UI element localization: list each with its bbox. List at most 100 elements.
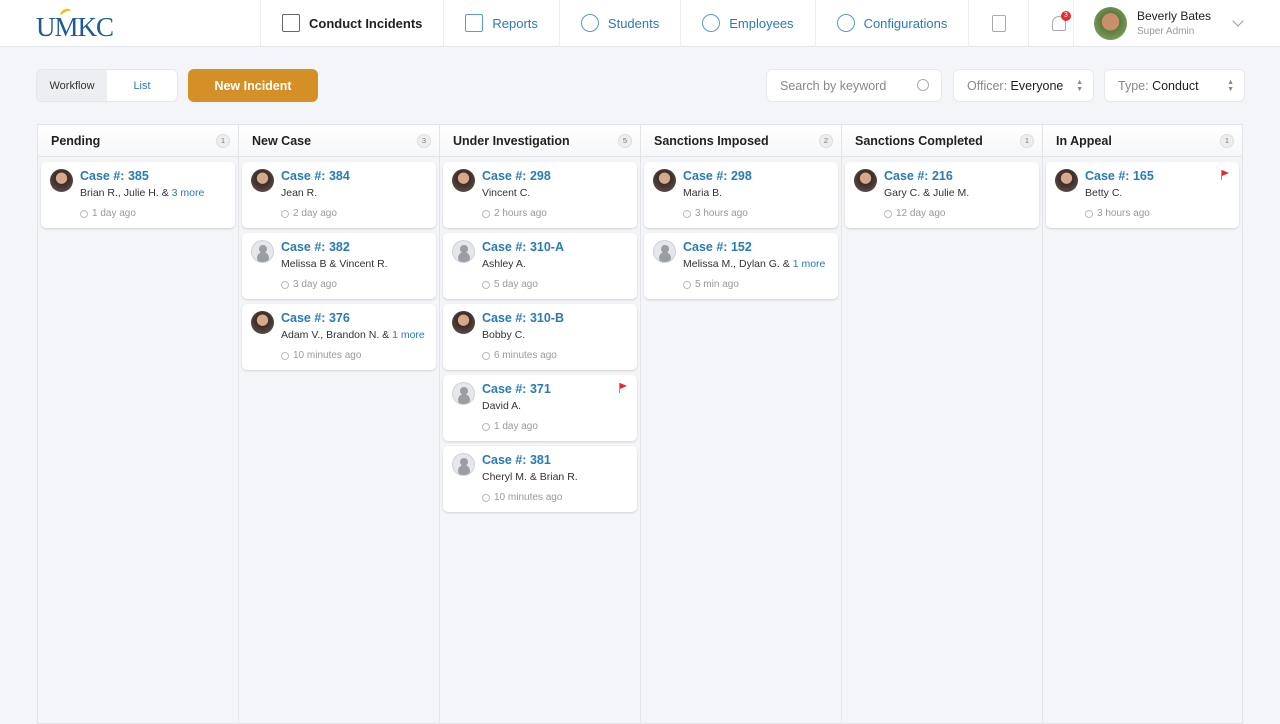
- avatar: [251, 169, 274, 192]
- search-input[interactable]: Search by keyword: [766, 69, 942, 102]
- case-number[interactable]: Case #: 310-A: [482, 240, 637, 254]
- case-people: Maria B.: [683, 187, 838, 199]
- people-names: Maria B.: [683, 187, 723, 199]
- user-role: Super Admin: [1137, 26, 1195, 37]
- avatar: [1094, 6, 1127, 40]
- case-number[interactable]: Case #: 310-B: [482, 311, 637, 325]
- clock-icon: [482, 351, 490, 360]
- column-header: Sanctions Imposed 2: [641, 125, 841, 157]
- sort-arrows-icon: ▲ ▼: [1076, 79, 1083, 93]
- workflow-tab[interactable]: Workflow: [37, 70, 107, 101]
- case-card[interactable]: Case #: 384 Jean R. 2 day ago: [242, 162, 436, 228]
- column-title: Pending: [51, 133, 101, 148]
- avatar: [854, 169, 877, 192]
- nav-configurations[interactable]: Configurations: [814, 0, 969, 46]
- case-card[interactable]: Case #: 381 Cheryl M. & Brian R. 10 minu…: [443, 446, 637, 512]
- flag-icon[interactable]: [1221, 170, 1229, 180]
- case-card[interactable]: Case #: 310-B Bobby C. 6 minutes ago: [443, 304, 637, 370]
- case-time: 3 day ago: [281, 279, 436, 290]
- clock-icon: [683, 209, 691, 218]
- nav-reports[interactable]: Reports: [443, 0, 559, 46]
- more-people-link[interactable]: 1 more: [793, 258, 826, 270]
- case-number[interactable]: Case #: 298: [482, 169, 637, 183]
- flag-icon[interactable]: [619, 383, 627, 393]
- case-number[interactable]: Case #: 376: [281, 311, 436, 325]
- column-header: Under Investigation 5: [440, 125, 640, 157]
- clipboard-button[interactable]: [968, 0, 1028, 46]
- case-number[interactable]: Case #: 381: [482, 453, 637, 467]
- employee-icon: [702, 14, 721, 32]
- clock-icon: [482, 209, 490, 218]
- case-time: 5 day ago: [482, 279, 637, 290]
- case-people: Ashley A.: [482, 258, 637, 270]
- officer-value: Everyone: [1010, 78, 1064, 93]
- nav-conduct-incidents[interactable]: Conduct Incidents: [260, 0, 443, 46]
- clock-icon: [482, 493, 490, 502]
- case-time: 1 day ago: [482, 421, 637, 432]
- case-number[interactable]: Case #: 371: [482, 382, 637, 396]
- more-people-link[interactable]: 1 more: [392, 329, 425, 341]
- case-number[interactable]: Case #: 298: [683, 169, 838, 183]
- case-card[interactable]: Case #: 165 Betty C. 3 hours ago: [1046, 162, 1239, 228]
- more-people-link[interactable]: 3 more: [172, 187, 205, 199]
- new-incident-button[interactable]: New Incident: [188, 69, 318, 102]
- case-people: Adam V., Brandon N. & 1 more: [281, 329, 436, 341]
- people-names: David A.: [482, 400, 522, 412]
- avatar: [251, 311, 274, 334]
- notification-badge: 3: [1060, 10, 1071, 21]
- clock-icon: [281, 209, 289, 218]
- umkc-logo[interactable]: UMKC: [36, 12, 114, 43]
- gear-icon: [836, 14, 855, 32]
- column-sanctions-completed: Sanctions Completed 1 Case #: 216 Gary C.…: [841, 124, 1042, 724]
- officer-select[interactable]: Officer: Everyone ▲ ▼: [953, 69, 1094, 102]
- case-people: Betty C.: [1085, 187, 1239, 199]
- main-nav: Conduct Incidents Reports Students Emplo…: [260, 0, 1088, 46]
- clock-icon: [281, 351, 289, 360]
- time-text: 3 day ago: [293, 279, 337, 290]
- avatar: [1055, 169, 1078, 192]
- case-number[interactable]: Case #: 165: [1085, 169, 1239, 183]
- case-card[interactable]: Case #: 216 Gary C. & Julie M. 12 day ag…: [845, 162, 1039, 228]
- time-text: 10 minutes ago: [494, 492, 563, 503]
- type-select[interactable]: Type: Conduct ▲ ▼: [1104, 69, 1245, 102]
- people-names: Jean R.: [281, 187, 318, 199]
- list-tab[interactable]: List: [107, 70, 177, 101]
- people-names: Betty C.: [1085, 187, 1123, 199]
- chevron-down-icon: [1232, 15, 1244, 27]
- case-number[interactable]: Case #: 152: [683, 240, 838, 254]
- nav-students[interactable]: Students: [558, 0, 680, 46]
- top-bar: UMKC Conduct Incidents Reports Students …: [0, 0, 1280, 47]
- avatar: [452, 169, 475, 192]
- case-card[interactable]: Case #: 385 Brian R., Julie H. & 3 more …: [41, 162, 235, 228]
- time-text: 3 hours ago: [1097, 208, 1150, 219]
- case-card[interactable]: Case #: 382 Melissa B & Vincent R. 3 day…: [242, 233, 436, 299]
- column-count: 5: [618, 133, 632, 148]
- case-number[interactable]: Case #: 385: [80, 169, 235, 183]
- case-people: Cheryl M. & Brian R.: [482, 471, 637, 483]
- case-number[interactable]: Case #: 384: [281, 169, 436, 183]
- sort-arrows-icon: ▲ ▼: [1227, 79, 1234, 93]
- clock-icon: [683, 280, 691, 289]
- people-names: Vincent C.: [482, 187, 531, 199]
- case-people: Jean R.: [281, 187, 436, 199]
- clipboard-icon: [991, 14, 1006, 32]
- avatar: [452, 240, 475, 263]
- case-people: David A.: [482, 400, 637, 412]
- user-name: Beverly Bates: [1137, 9, 1212, 23]
- column-under-investigation: Under Investigation 5 Case #: 298 Vincent…: [439, 124, 640, 724]
- case-card[interactable]: Case #: 298 Vincent C. 2 hours ago: [443, 162, 637, 228]
- user-menu[interactable]: Beverly Bates Super Admin: [1073, 0, 1280, 46]
- people-names: Adam V., Brandon N. &: [281, 329, 393, 341]
- people-names: Melissa M., Dylan G. &: [683, 258, 793, 270]
- case-card[interactable]: Case #: 310-A Ashley A. 5 day ago: [443, 233, 637, 299]
- nav-employees[interactable]: Employees: [680, 0, 814, 46]
- case-card[interactable]: Case #: 371 David A. 1 day ago: [443, 375, 637, 441]
- case-number[interactable]: Case #: 382: [281, 240, 436, 254]
- case-card[interactable]: Case #: 152 Melissa M., Dylan G. & 1 mor…: [644, 233, 838, 299]
- case-people: Brian R., Julie H. & 3 more: [80, 187, 235, 199]
- people-names: Ashley A.: [482, 258, 526, 270]
- case-card[interactable]: Case #: 376 Adam V., Brandon N. & 1 more…: [242, 304, 436, 370]
- case-number[interactable]: Case #: 216: [884, 169, 1039, 183]
- people-names: Brian R., Julie H. &: [80, 187, 172, 199]
- case-card[interactable]: Case #: 298 Maria B. 3 hours ago: [644, 162, 838, 228]
